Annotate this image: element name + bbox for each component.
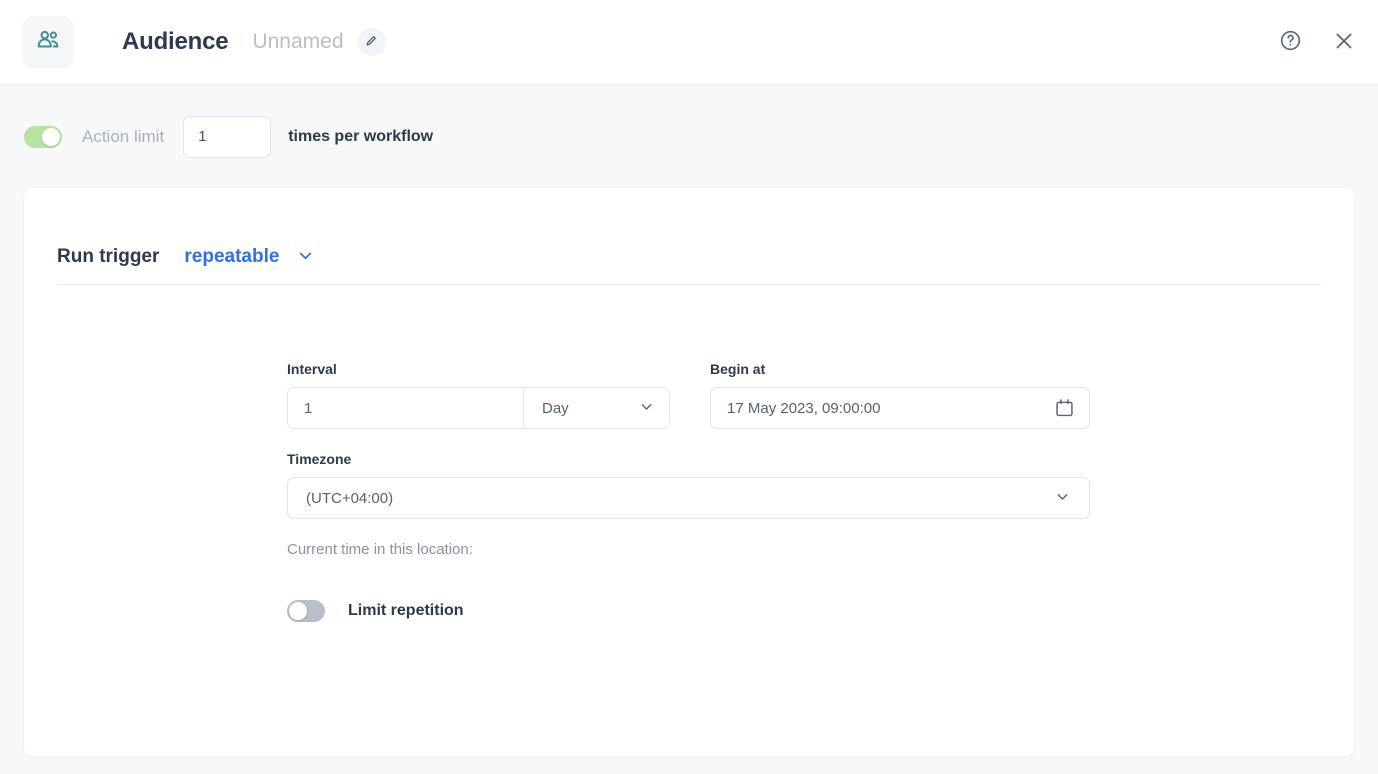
help-circle-icon: [1279, 29, 1302, 55]
run-trigger-value: repeatable: [184, 246, 279, 268]
schedule-form: Interval Day Begin at: [57, 285, 1321, 622]
interval-label: Interval: [287, 361, 670, 377]
limit-repetition-toggle[interactable]: [287, 600, 325, 622]
run-trigger-card: Run trigger repeatable Interval Day: [24, 188, 1354, 756]
run-trigger-label: Run trigger: [57, 246, 159, 268]
interval-begin-row: Interval Day Begin at: [287, 361, 1321, 429]
close-icon: [1332, 29, 1356, 56]
toggle-knob: [42, 128, 60, 146]
action-limit-suffix: times per workflow: [288, 128, 433, 146]
chevron-down-icon: [1054, 488, 1071, 509]
run-trigger-row: Run trigger repeatable: [57, 188, 1321, 284]
users-icon: [35, 27, 61, 58]
timezone-label: Timezone: [287, 451, 1090, 467]
chevron-down-icon: [296, 246, 315, 268]
interval-field-group: Interval Day: [287, 361, 670, 429]
help-button[interactable]: [1279, 29, 1302, 55]
action-limit-input[interactable]: [183, 116, 271, 158]
run-trigger-select[interactable]: repeatable: [184, 246, 315, 268]
limit-repetition-row: Limit repetition: [287, 600, 1321, 622]
page-title: Audience: [122, 28, 228, 56]
begin-at-field-group: Begin at: [710, 361, 1090, 429]
app-icon-tile: [22, 16, 74, 68]
close-button[interactable]: [1332, 29, 1356, 56]
action-limit-label: Action limit: [82, 127, 164, 147]
begin-at-input[interactable]: [710, 387, 1090, 429]
timezone-field-group: Timezone (UTC+04:00) Current time in thi…: [287, 451, 1090, 558]
interval-unit-select[interactable]: Day: [523, 387, 670, 429]
header-actions: [1279, 29, 1356, 56]
calendar-icon[interactable]: [1054, 398, 1075, 419]
interval-unit-value: Day: [542, 400, 569, 417]
toggle-knob: [289, 602, 307, 620]
action-limit-bar: Action limit times per workflow: [0, 85, 1378, 188]
interval-value-input[interactable]: [287, 387, 523, 429]
begin-at-input-wrap: [710, 387, 1090, 429]
app-header: Audience Unnamed: [0, 0, 1378, 85]
timezone-select[interactable]: (UTC+04:00): [287, 477, 1090, 519]
current-time-label: Current time in this location:: [287, 541, 1090, 558]
page-subtitle: Unnamed: [252, 30, 343, 54]
chevron-down-icon: [638, 398, 655, 419]
begin-at-label: Begin at: [710, 361, 1090, 377]
action-limit-toggle[interactable]: [24, 126, 62, 148]
pencil-icon: [365, 34, 378, 50]
timezone-value: (UTC+04:00): [306, 490, 393, 507]
limit-repetition-label: Limit repetition: [348, 602, 464, 620]
edit-name-button[interactable]: [358, 28, 386, 56]
interval-input-group: Day: [287, 387, 670, 429]
